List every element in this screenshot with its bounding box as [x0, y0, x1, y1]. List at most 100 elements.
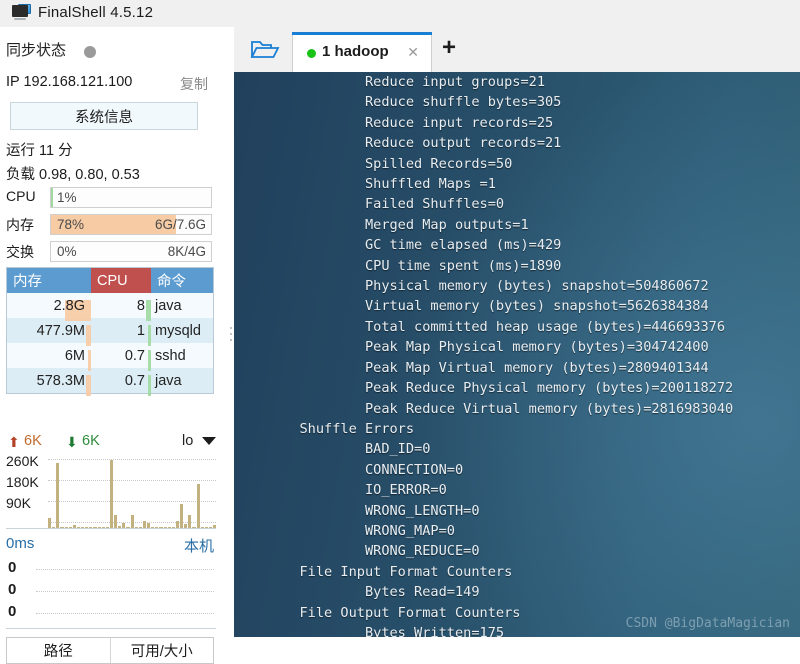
arrow-down-icon: ⬇	[66, 434, 78, 450]
network-bars	[48, 456, 217, 528]
tab-strip: 1 hadoop ✕ +	[234, 27, 800, 72]
tab-active-indicator	[292, 32, 432, 35]
memory-meter-percent: 78%	[57, 217, 85, 232]
network-bar	[213, 525, 217, 528]
network-bar	[200, 527, 204, 528]
process-table-header: 内存 CPU 命令	[7, 268, 213, 293]
close-icon[interactable]: ✕	[407, 44, 419, 61]
column-header-cpu[interactable]: CPU	[91, 268, 151, 293]
upload-rate: 6K	[24, 433, 42, 449]
network-bar	[151, 527, 155, 528]
latency-header: 0ms 本机	[6, 535, 216, 557]
network-bar	[130, 515, 134, 528]
load-average-label: 负载 0.98, 0.80, 0.53	[6, 167, 140, 183]
network-bar	[184, 524, 188, 528]
finalshell-window: FinalShell 4.5.12 同步状态 IP 192.168.121.10…	[0, 0, 800, 664]
tab-hadoop[interactable]: 1 hadoop ✕	[292, 32, 432, 72]
tab-label: 1 hadoop	[322, 43, 389, 60]
network-bar	[76, 527, 80, 528]
system-info-sidebar: 同步状态 IP 192.168.121.100 复制 系统信息 运行 11 分 …	[0, 27, 228, 664]
network-bar	[101, 527, 105, 528]
network-bar	[56, 463, 60, 528]
network-bar	[97, 527, 101, 528]
column-header-free-size[interactable]: 可用/大小	[109, 638, 214, 663]
download-rate: 6K	[82, 433, 100, 449]
cpu-meter-track: 1%	[50, 187, 212, 208]
memory-meter-track: 78% 6G/7.6G	[50, 214, 212, 235]
title-bar: FinalShell 4.5.12	[0, 0, 800, 27]
network-bar	[188, 515, 192, 528]
network-bar	[192, 527, 196, 528]
network-ytick-0: 260K	[6, 453, 39, 469]
network-bar	[114, 515, 118, 528]
uptime-label: 运行 11 分	[6, 143, 73, 159]
network-bar	[204, 527, 208, 528]
latency-target[interactable]: 本机	[184, 535, 214, 556]
network-bar	[81, 527, 85, 528]
network-throughput-chart: 260K 180K 90K	[6, 453, 217, 529]
network-bar	[134, 527, 138, 528]
open-folder-icon[interactable]	[246, 35, 284, 63]
network-bar	[163, 527, 167, 528]
cell-command: sshd	[155, 347, 186, 364]
cell-command: mysqld	[155, 322, 201, 339]
network-bar	[72, 525, 76, 528]
cpu-meter-percent: 1%	[57, 190, 77, 205]
cell-memory: 6M	[7, 348, 91, 371]
swap-meter-amount: 8K/4G	[167, 244, 206, 259]
copy-ip-button[interactable]: 复制	[180, 74, 208, 94]
network-bar	[171, 527, 175, 528]
ip-address-label: IP 192.168.121.100	[6, 74, 133, 90]
network-bar	[60, 527, 64, 528]
network-interface-select[interactable]: lo	[182, 433, 193, 449]
network-bar	[118, 526, 122, 528]
network-bar	[48, 518, 52, 528]
network-bar	[64, 527, 68, 528]
system-info-button[interactable]: 系统信息	[10, 102, 198, 130]
cell-cpu: 8	[91, 298, 151, 321]
connection-status-dot	[307, 49, 316, 58]
arrow-up-icon: ⬆	[8, 434, 20, 450]
memory-meter-label: 内存	[6, 217, 34, 233]
disk-table-header: 路径 可用/大小	[6, 637, 214, 664]
plus-icon[interactable]: +	[442, 36, 456, 60]
latency-value: 0ms	[6, 535, 35, 552]
network-bar	[147, 523, 151, 528]
network-bar	[85, 527, 89, 528]
sync-status-dot	[84, 46, 96, 58]
network-bar	[196, 484, 200, 528]
app-title: FinalShell 4.5.12	[38, 4, 154, 21]
terminal-text: Reduce input groups=21 Reduce shuffle by…	[299, 74, 734, 637]
network-bar	[93, 527, 97, 528]
cell-command: java	[155, 372, 182, 389]
table-row[interactable]: 578.3M 0.7 java	[7, 368, 213, 396]
process-table[interactable]: 内存 CPU 命令 2.8G 8 java 477.9M 1 mysqld 6M 0.7 ssh…	[6, 267, 214, 396]
network-ytick-2: 90K	[6, 495, 31, 511]
column-header-command[interactable]: 命令	[151, 268, 213, 293]
table-row[interactable]: 477.9M 1 mysqld	[7, 318, 213, 346]
cell-cpu: 1	[91, 323, 151, 346]
cell-memory: 2.8G	[7, 298, 91, 321]
network-bar	[159, 527, 163, 528]
watermark: CSDN @BigDataMagician	[625, 616, 790, 631]
table-row[interactable]: 6M 0.7 sshd	[7, 343, 213, 371]
network-bar	[105, 527, 109, 528]
network-bar	[89, 527, 93, 528]
network-bar	[109, 460, 113, 528]
latency-ytick-0: 0	[8, 559, 17, 576]
latency-ytick-1: 0	[8, 581, 17, 598]
column-header-memory[interactable]: 内存	[7, 268, 91, 293]
latency-ytick-2: 0	[8, 603, 17, 620]
column-header-path[interactable]: 路径	[7, 638, 110, 663]
network-bar	[52, 527, 56, 528]
network-bar	[122, 523, 126, 528]
network-bar	[68, 527, 72, 528]
terminal-output[interactable]: Reduce input groups=21 Reduce shuffle by…	[234, 72, 800, 637]
swap-meter-percent: 0%	[57, 244, 77, 259]
table-row[interactable]: 2.8G 8 java	[7, 293, 213, 321]
network-bar	[126, 527, 130, 528]
cell-cpu: 0.7	[91, 348, 151, 371]
network-header: ⬆ 6K ⬇ 6K lo	[6, 431, 216, 453]
swap-meter-label: 交换	[6, 244, 34, 260]
chevron-down-icon[interactable]	[202, 437, 216, 445]
